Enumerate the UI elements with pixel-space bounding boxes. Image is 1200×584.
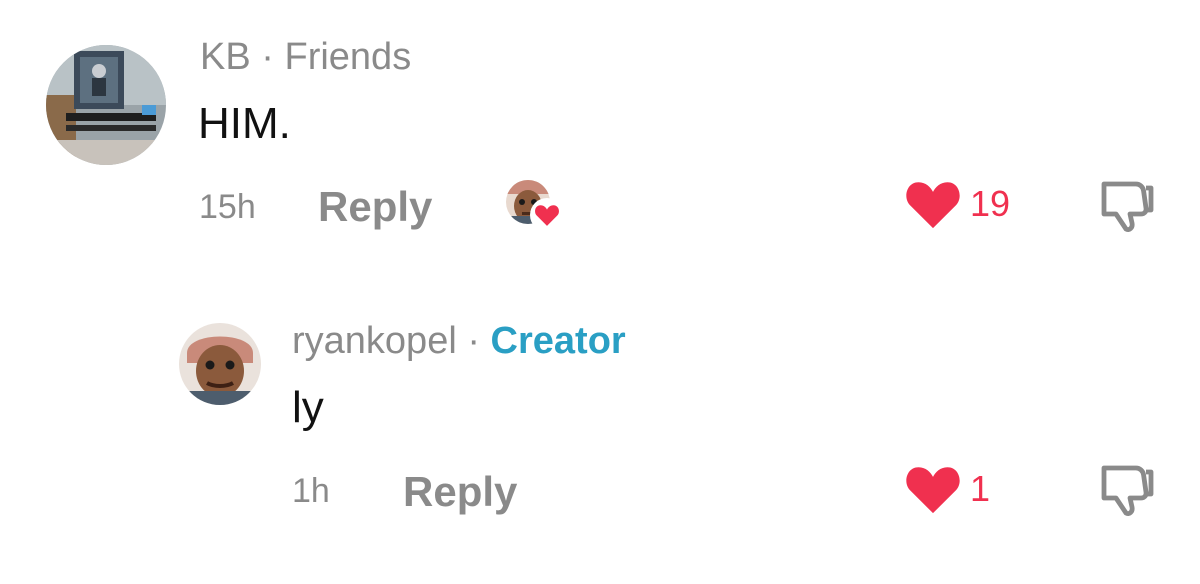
comment-time: 1h (292, 472, 330, 510)
comment-text: ly (292, 383, 324, 432)
heart-icon (906, 467, 960, 514)
avatar-kb[interactable] (46, 45, 166, 165)
comment-header: KB · Friends (200, 38, 411, 76)
comment-time: 15h (199, 188, 256, 226)
friends-tag: Friends (284, 36, 412, 78)
like-button[interactable]: 1 (904, 462, 990, 516)
dislike-button[interactable] (1098, 462, 1158, 518)
comment-text: HIM. (198, 99, 291, 148)
username[interactable]: KB (200, 36, 251, 78)
dislike-button[interactable] (1098, 178, 1158, 234)
reply-button[interactable]: Reply (318, 186, 432, 228)
thumbs-down-icon (1101, 181, 1154, 233)
avatar-ryankopel[interactable] (179, 323, 261, 405)
creator-tag: Creator (490, 320, 626, 362)
like-count: 1 (970, 468, 991, 509)
like-count: 19 (970, 183, 1011, 224)
reply-button[interactable]: Reply (403, 471, 517, 513)
comment-thread: KB · Friends HIM. 15h Reply 19 ryankopel… (0, 0, 1200, 584)
creator-liked-indicator (506, 180, 564, 232)
comment-header: ryankopel · Creator (292, 322, 626, 360)
heart-icon (906, 182, 960, 229)
separator-dot: · (467, 320, 480, 362)
like-button[interactable]: 19 (904, 177, 1010, 231)
separator-dot: · (261, 36, 274, 78)
username[interactable]: ryankopel (292, 320, 457, 362)
thumbs-down-icon (1101, 465, 1154, 517)
creator-liked-heart-icon (530, 198, 564, 232)
